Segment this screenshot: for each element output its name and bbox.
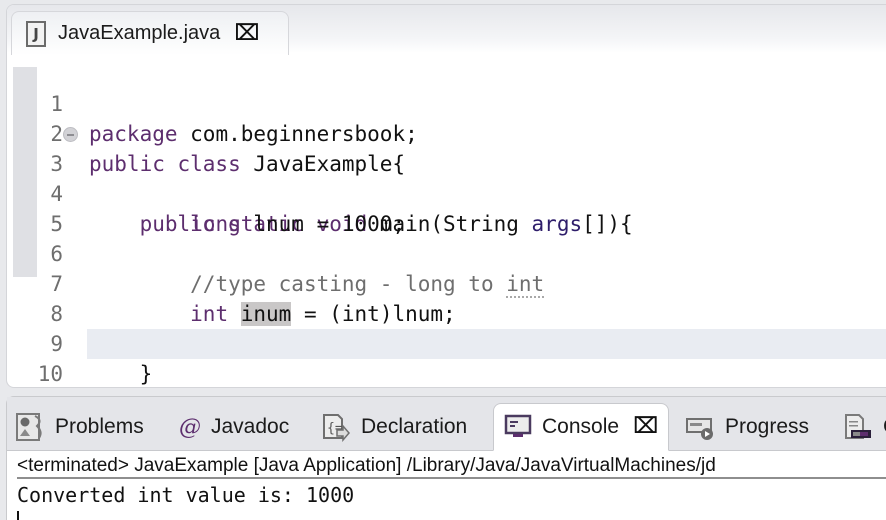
close-icon[interactable]: ⌧ [633, 416, 658, 438]
code-line: 4 long lnum = 1000; [7, 149, 886, 236]
close-icon[interactable]: ⌧ [234, 22, 259, 45]
problems-icon [15, 412, 45, 442]
code-line: 7 int inum = (int)lnum; [7, 239, 886, 326]
tab-declaration[interactable]: {= Declaration [321, 403, 467, 451]
bottom-panel: Problems @ Javadoc {= Declaration Consol… [6, 396, 886, 520]
code-line: 8 System.out.println("Converted int valu… [7, 269, 886, 356]
editor-tab-bar: J JavaExample.java ⌧ [7, 5, 886, 55]
tab-coverage[interactable]: C [843, 403, 886, 451]
tab-console[interactable]: Console ⌧ [493, 403, 670, 451]
tab-problems[interactable]: Problems [15, 403, 144, 451]
code-line: 6 //type casting - long to int [7, 209, 886, 298]
text-caret [17, 511, 19, 520]
javadoc-at-icon: @ [179, 414, 201, 440]
console-status-line: <terminated> JavaExample [Java Applicati… [17, 453, 886, 479]
tab-javadoc[interactable]: @ Javadoc [179, 403, 289, 451]
panel-tab-bar: Problems @ Javadoc {= Declaration Consol… [7, 397, 886, 451]
console-icon [504, 413, 532, 441]
console-output[interactable]: Converted int value is: 1000 [17, 483, 354, 507]
code-line: 1 package com.beginnersbook; [7, 59, 886, 146]
tab-label: Problems [55, 415, 144, 438]
line-number: 10 [37, 362, 63, 386]
code-line: 3 public static void main(String args[])… [7, 119, 886, 236]
code-line: 9 } [7, 299, 886, 386]
tab-label: Javadoc [211, 415, 290, 438]
java-file-icon: J [26, 20, 46, 47]
editor-tab-javaexample[interactable]: J JavaExample.java ⌧ [11, 11, 289, 55]
coverage-icon [843, 412, 873, 442]
code-editor[interactable]: 1 package com.beginnersbook; 2 public cl… [7, 59, 886, 387]
code-line-current: 10 } [38, 329, 886, 386]
progress-icon [685, 412, 715, 442]
tab-label: Console [542, 415, 620, 438]
tab-label: Progress [725, 415, 810, 438]
declaration-icon: {= [321, 412, 351, 442]
fold-collapse-icon[interactable] [63, 127, 78, 142]
tab-progress[interactable]: Progress [685, 403, 809, 451]
editor-tab-label: JavaExample.java [58, 22, 221, 44]
code-line: 2 public class JavaExample{ [7, 89, 886, 176]
tab-label: Declaration [361, 415, 468, 438]
editor-pane: J JavaExample.java ⌧ 1 package com.begin… [6, 4, 886, 388]
code-line: 5 [7, 179, 886, 236]
line-number: 9 [50, 332, 63, 356]
